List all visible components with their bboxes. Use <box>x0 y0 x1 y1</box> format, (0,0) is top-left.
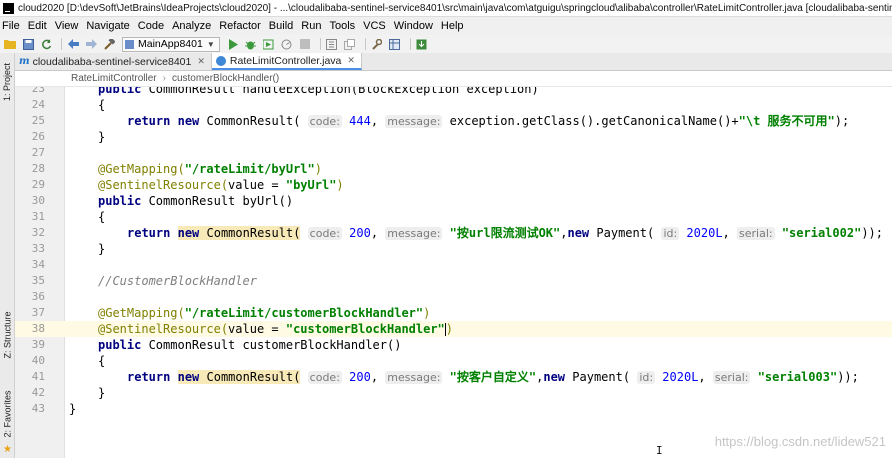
code-line: 35//CustomerBlockHandler <box>31 274 257 288</box>
toolbar-separator <box>61 38 62 50</box>
attach-icon[interactable] <box>343 37 357 51</box>
code-line: 32 return new CommonResult( code: 200, me… <box>31 226 883 240</box>
project-tool-tab[interactable]: 1: Project <box>1 57 14 107</box>
code-line: 25 return new CommonResult( code: 444, me… <box>31 114 850 128</box>
code-line: 27 <box>31 146 45 159</box>
maven-module-icon: m <box>19 56 30 67</box>
chevron-down-icon: ▼ <box>206 39 215 49</box>
toolbar-separator <box>409 38 411 50</box>
parameter-hint: serial: <box>737 227 775 240</box>
menu-view[interactable]: View <box>55 20 79 32</box>
parameter-hint: message: <box>385 227 443 240</box>
left-tool-strip: 1: Project Z: Structure 2: Favorites ★ <box>0 53 15 458</box>
parameter-hint: code: <box>307 227 342 240</box>
open-folder-icon[interactable] <box>3 37 17 51</box>
window-title: cloud2020 [D:\devSoft\JetBrains\IdeaProj… <box>18 2 892 14</box>
menu-run[interactable]: Run <box>301 20 321 32</box>
toolbar-separator <box>364 38 366 50</box>
code-line: 29 @SentinelResource(value = "byUrl") <box>31 178 344 192</box>
parameter-hint: message: <box>385 371 443 384</box>
menu-navigate[interactable]: Navigate <box>86 20 129 32</box>
favorites-tool-tab[interactable]: 2: Favorites <box>1 383 14 445</box>
menu-file[interactable]: File <box>2 20 20 32</box>
parameter-hint: code: <box>307 115 342 128</box>
tab-file-label: RateLimitController.java <box>229 54 342 67</box>
tab-module-label: cloudalibaba-sentinel-service8401 <box>32 55 192 68</box>
watermark: https://blog.csdn.net/lidew521 <box>714 434 886 449</box>
toolbar-separator <box>319 38 321 50</box>
parameter-hint: code: <box>307 371 342 384</box>
project-structure-icon[interactable] <box>325 37 339 51</box>
parameter-hint: id: <box>637 371 656 384</box>
tab-ratelimitcontroller[interactable]: RateLimitController.java ✕ <box>211 53 362 70</box>
menu-code[interactable]: Code <box>138 20 164 32</box>
forward-arrow-icon[interactable] <box>84 37 98 51</box>
code-line: 36 <box>31 290 45 303</box>
spring-boot-config-icon <box>125 39 134 49</box>
tab-module[interactable]: m cloudalibaba-sentinel-service8401 ✕ <box>15 53 212 70</box>
stop-icon[interactable] <box>298 37 312 51</box>
code-line: 43} <box>31 402 77 416</box>
menu-bar: File Edit View Navigate Code Analyze Ref… <box>0 17 892 35</box>
code-line: 42} <box>31 386 106 400</box>
structure-tab-label: Z: Structure <box>2 311 13 359</box>
breadcrumb-method[interactable]: customerBlockHandler() <box>172 73 279 84</box>
parameter-hint: serial: <box>712 371 751 384</box>
code-line: 24{ <box>31 98 106 112</box>
run-with-coverage-icon[interactable] <box>262 37 276 51</box>
menu-build[interactable]: Build <box>269 20 293 32</box>
close-icon[interactable]: ✕ <box>197 56 205 67</box>
code-line: 33} <box>31 242 106 256</box>
parameter-hint: id: <box>661 227 680 240</box>
sdk-download-icon[interactable] <box>415 37 429 51</box>
menu-help[interactable]: Help <box>441 20 464 32</box>
code-line: 39 public CommonResult customerBlockHandl… <box>31 338 402 352</box>
menu-analyze[interactable]: Analyze <box>172 20 211 32</box>
close-icon[interactable]: ✕ <box>347 55 355 66</box>
code-line: 28 @GetMapping("/rateLimit/byUrl") <box>31 162 322 176</box>
code-lines: 23 public CommonResult handleException(Bl… <box>15 87 892 417</box>
code-line: 37 @GetMapping("/rateLimit/customerBlockH… <box>31 306 431 320</box>
run-config-label: MainApp8401 <box>138 38 203 50</box>
breadcrumb-arrow-icon: › <box>162 73 166 84</box>
code-line: 40{ <box>31 354 106 368</box>
synchronize-icon[interactable] <box>39 37 53 51</box>
code-line: 30 public CommonResult byUrl() <box>31 194 294 208</box>
main-toolbar: MainApp8401 ▼ <box>0 35 892 53</box>
settings-wrench-icon[interactable] <box>370 37 384 51</box>
run-configuration-select[interactable]: MainApp8401 ▼ <box>122 36 220 52</box>
code-line: 31{ <box>31 210 106 224</box>
menu-vcs[interactable]: VCS <box>363 20 386 32</box>
title-bar: cloud2020 [D:\devSoft\JetBrains\IdeaProj… <box>0 0 892 17</box>
menu-window[interactable]: Window <box>394 20 433 32</box>
menu-refactor[interactable]: Refactor <box>219 20 261 32</box>
menu-edit[interactable]: Edit <box>28 20 47 32</box>
code-line: 41 return new CommonResult( code: 200, me… <box>31 370 859 384</box>
build-hammer-icon[interactable] <box>102 37 116 51</box>
breadcrumb-class[interactable]: RateLimitController <box>71 73 157 84</box>
text-cursor-icon: I <box>656 444 663 457</box>
structure-tool-tab[interactable]: Z: Structure <box>1 305 14 365</box>
intellij-app-icon <box>3 2 14 14</box>
debug-bug-icon[interactable] <box>244 37 258 51</box>
profile-icon[interactable] <box>280 37 294 51</box>
code-line: 34 <box>31 258 45 271</box>
favorites-star-icon: ★ <box>3 444 12 455</box>
save-all-icon[interactable] <box>21 37 35 51</box>
current-code-line: 38 @SentinelResource(value = "customerBlo… <box>15 321 892 337</box>
editor-tabs: m cloudalibaba-sentinel-service8401 ✕ Ra… <box>15 53 892 71</box>
code-editor[interactable]: 23 public CommonResult handleException(Bl… <box>15 87 892 458</box>
breadcrumb: RateLimitController › customerBlockHandl… <box>15 71 892 87</box>
run-icon[interactable] <box>226 37 240 51</box>
project-tab-label: 1: Project <box>2 62 13 102</box>
project-structure-grid-icon[interactable] <box>388 37 402 51</box>
code-line: 26} <box>31 130 106 144</box>
menu-tools[interactable]: Tools <box>329 20 355 32</box>
favorites-tab-label: 2: Favorites <box>2 390 13 438</box>
code-line: 23 public CommonResult handleException(Bl… <box>31 87 539 96</box>
parameter-hint: message: <box>385 115 443 128</box>
back-arrow-icon[interactable] <box>66 37 80 51</box>
java-class-icon <box>215 55 226 66</box>
